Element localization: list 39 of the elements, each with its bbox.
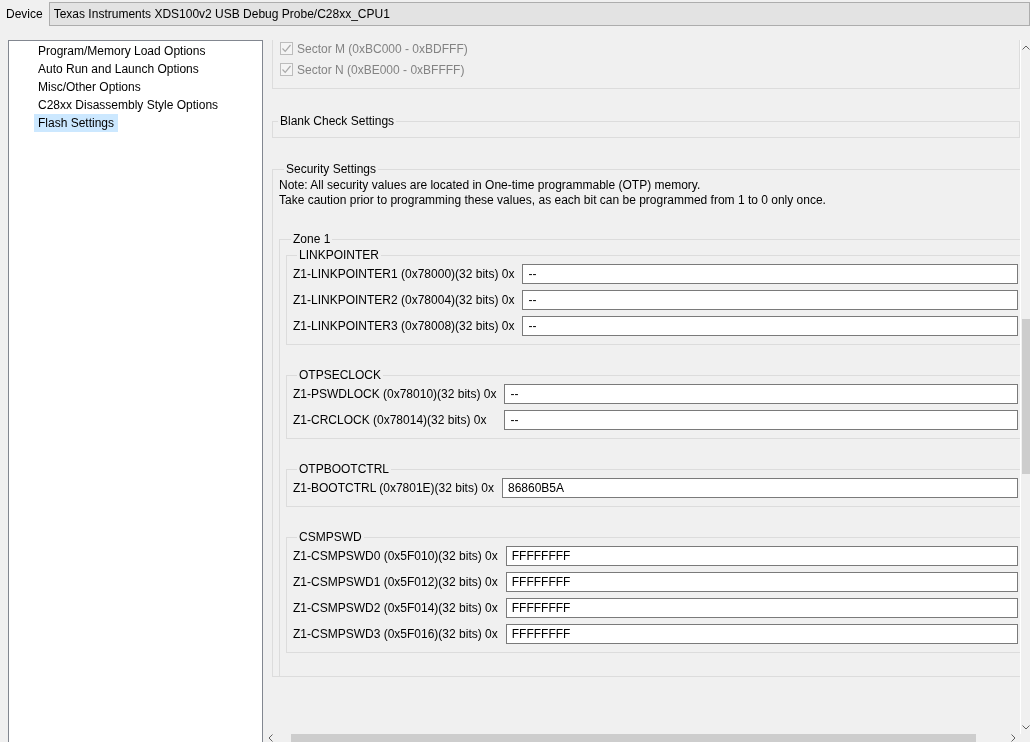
note-text: Take caution prior to programming these values, as each bit can be programmed from 1 to 0 only once. [279, 193, 827, 208]
field-label: Z1-CSMPSWD2 (0x5F014)(32 bits) 0x [293, 601, 498, 615]
tree-item[interactable]: Misc/Other Options [34, 78, 145, 96]
input-field[interactable]: FFFFFFFF [505, 624, 1018, 644]
input-field[interactable]: -- [522, 316, 1018, 336]
group-title: Blank Check Settings [279, 114, 396, 128]
field-label: Z1-LINKPOINTER3 (0x78008)(32 bits) 0x [293, 319, 515, 333]
field-label: Z1-CRCLOCK (0x78014)(32 bits) 0x [293, 413, 488, 427]
scrollbar-thumb[interactable] [1022, 319, 1030, 474]
input-field[interactable]: 86860B5A [501, 478, 1018, 498]
note-text: Note: All security values are located in One-time programmable (OTP) memory. [279, 178, 702, 193]
input-field[interactable]: -- [522, 264, 1018, 284]
tree-item[interactable]: Auto Run and Launch Options [34, 60, 203, 78]
device-field[interactable]: Texas Instruments XDS100v2 USB Debug Probe/C28xx_CPU1 [48, 1, 1030, 26]
field-label: Z1-LINKPOINTER1 (0x78000)(32 bits) 0x [293, 267, 515, 281]
group-title: OTPBOOTCTRL [298, 462, 390, 476]
group-title: CSMPSWD [298, 530, 363, 544]
field-label: Z1-BOOTCTRL (0x7801E)(32 bits) 0x [293, 481, 494, 495]
field-label: Z1-LINKPOINTER2 (0x78004)(32 bits) 0x [293, 293, 515, 307]
tree-item[interactable]: Flash Settings [34, 114, 119, 132]
input-field[interactable]: -- [504, 410, 1018, 430]
checkbox-label: Sector N (0xBE000 - 0xBFFFF) [297, 62, 465, 77]
input-field[interactable]: -- [522, 290, 1018, 310]
field-label: Z1-CSMPSWD3 (0x5F016)(32 bits) 0x [293, 627, 498, 641]
input-field[interactable]: -- [504, 384, 1018, 404]
group-title: Security Settings [285, 162, 378, 176]
field-label: Z1-PSWDLOCK (0x78010)(32 bits) 0x [293, 387, 497, 401]
group-title: OTPSECLOCK [298, 368, 383, 382]
input-field[interactable]: FFFFFFFF [505, 598, 1018, 618]
group-title: LINKPOINTER [298, 248, 380, 262]
checkbox-label: Sector M (0xBC000 - 0xBDFFF) [297, 41, 468, 56]
tree-item[interactable]: Program/Memory Load Options [34, 42, 210, 60]
tree-item[interactable]: C28xx Disassembly Style Options [34, 96, 223, 114]
field-label: Z1-CSMPSWD0 (0x5F010)(32 bits) 0x [293, 549, 498, 563]
device-label: Device [6, 6, 43, 21]
input-field[interactable]: FFFFFFFF [505, 572, 1018, 592]
input-field[interactable]: FFFFFFFF [505, 546, 1018, 566]
field-label: Z1-CSMPSWD1 (0x5F012)(32 bits) 0x [293, 575, 498, 589]
group-title: Zone 1 [292, 232, 332, 246]
